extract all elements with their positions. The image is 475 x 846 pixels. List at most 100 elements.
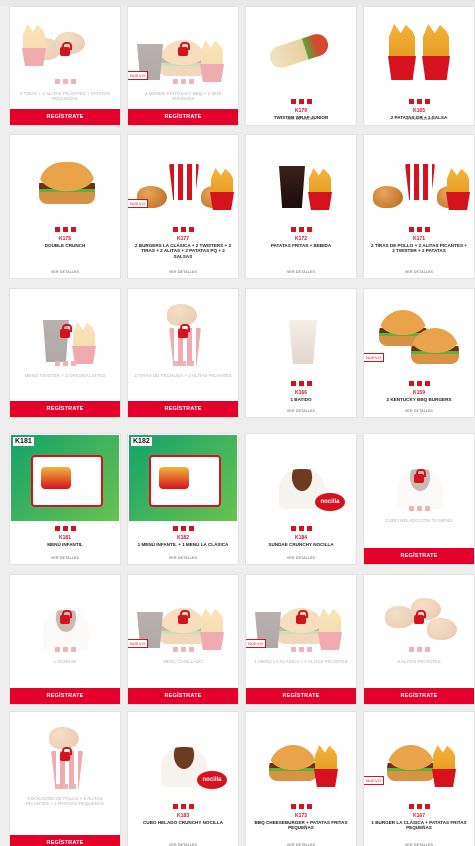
product-image bbox=[365, 136, 473, 222]
product-card[interactable]: CUBO HELADO CON TU MENÚ REGÍSTRATE bbox=[363, 433, 475, 565]
details-link[interactable]: VER DETALLES bbox=[246, 117, 356, 121]
product-code: K171 bbox=[413, 236, 425, 242]
product-code: K172 bbox=[295, 236, 307, 242]
product-card[interactable]: MENÚ TWISTER + 2 ORIGINAL BITES REGÍSTRAT… bbox=[9, 288, 121, 418]
register-button[interactable]: REGÍSTRATE bbox=[364, 548, 474, 564]
lock-icon bbox=[60, 747, 72, 761]
product-card[interactable]: K166 1 BATIDO VER DETALLES bbox=[245, 288, 357, 418]
product-card[interactable]: K171 2 TIRAS DE POLLO + 2 ALITAS PICANTES… bbox=[363, 134, 475, 279]
details-link[interactable]: VER DETALLES bbox=[364, 270, 474, 274]
new-badge: NUEVO bbox=[128, 639, 149, 648]
product-code: K182 bbox=[177, 535, 189, 541]
lock-icon bbox=[178, 42, 190, 56]
product-image: nocilla bbox=[129, 713, 237, 799]
register-button[interactable]: REGÍSTRATE bbox=[128, 401, 238, 417]
product-card[interactable]: NUEVO K167 1 BURGER LA CLÁSICA + PATATAS F… bbox=[363, 711, 475, 846]
product-name: 2 TIRAS DE POLLO + 2 ALITAS PICANTES + 2… bbox=[371, 243, 467, 254]
product-name: DOUBLE CRUNCH bbox=[44, 243, 86, 248]
product-card[interactable]: NUEVO 1 MENÚ LA CLÁSICA + 2 ALITAS PICANT… bbox=[245, 574, 357, 705]
register-button[interactable]: REGÍSTRATE bbox=[246, 688, 356, 704]
product-card[interactable]: 6 BOCADOS DE POLLO + 2 ALITAS PICANTES +… bbox=[9, 711, 121, 846]
product-card[interactable]: NUEVO MENÚ CHOLLAZO REGÍSTRATE bbox=[127, 574, 239, 705]
product-name: 1 BATIDO bbox=[290, 397, 312, 402]
details-link[interactable]: VER DETALLES bbox=[364, 409, 474, 413]
kfc-stripes-icon bbox=[10, 526, 120, 531]
register-button[interactable]: REGÍSTRATE bbox=[10, 688, 120, 704]
details-link[interactable]: VER DETALLES bbox=[364, 117, 474, 121]
lock-icon bbox=[178, 610, 190, 624]
kfc-stripes-icon bbox=[364, 227, 474, 232]
kfc-stripes-icon bbox=[364, 506, 474, 511]
product-code: K181 bbox=[59, 535, 71, 541]
kfc-stripes-icon bbox=[246, 526, 356, 531]
product-image bbox=[11, 136, 119, 222]
kfc-stripes-icon bbox=[364, 647, 474, 652]
details-link[interactable]: VER DETALLES bbox=[128, 556, 238, 560]
product-name: PATATAS FRITAS + BEBIDA bbox=[270, 243, 332, 248]
lock-icon bbox=[60, 42, 72, 56]
register-button[interactable]: REGÍSTRATE bbox=[364, 688, 474, 704]
product-image: K182 bbox=[129, 435, 237, 521]
details-link[interactable]: VER DETALLES bbox=[246, 270, 356, 274]
product-card[interactable]: K179 TWISTER WRAP JUNIOR VER DETALLES bbox=[245, 6, 357, 126]
register-button[interactable]: REGÍSTRATE bbox=[128, 688, 238, 704]
product-card[interactable]: K175 DOUBLE CRUNCH VER DETALLES bbox=[9, 134, 121, 279]
product-code: K183 bbox=[177, 813, 189, 819]
register-button[interactable]: REGÍSTRATE bbox=[10, 109, 120, 125]
new-badge: NUEVO bbox=[364, 776, 385, 785]
kfc-stripes-icon bbox=[246, 804, 356, 809]
product-card[interactable]: nocilla K184 SUNDAE CRUNCHY NOCILLA VER DET… bbox=[245, 433, 357, 565]
product-code: K166 bbox=[295, 390, 307, 396]
register-button[interactable]: REGÍSTRATE bbox=[10, 401, 120, 417]
register-button[interactable]: REGÍSTRATE bbox=[10, 835, 120, 846]
product-card[interactable]: K182 K182 1 MENÚ INFANTIL + 1 MENÚ LA CLÁS… bbox=[127, 433, 239, 565]
lock-icon bbox=[60, 324, 72, 338]
product-code: K159 bbox=[413, 390, 425, 396]
product-card[interactable]: 2 TIRAS DE PECHUGA + 2 ALITAS PICANTES RE… bbox=[127, 288, 239, 418]
product-card[interactable]: NUEVO 2 MENÚS KENTUCKY BBQ + 2 MINI SUNDA… bbox=[127, 6, 239, 126]
product-card[interactable]: K165 2 PATATAS GR + 1 SALSA VER DETALLES bbox=[363, 6, 475, 126]
kfc-stripes-icon bbox=[246, 227, 356, 232]
new-badge: NUEVO bbox=[246, 639, 267, 648]
product-name: CUBO HELADO CON TU MENÚ bbox=[385, 518, 453, 523]
lock-icon bbox=[414, 469, 426, 483]
new-badge: NUEVO bbox=[128, 71, 149, 80]
product-card[interactable]: 6 ALITAS PICANTES REGÍSTRATE bbox=[363, 574, 475, 705]
product-image bbox=[247, 136, 355, 222]
details-link[interactable]: VER DETALLES bbox=[246, 409, 356, 413]
kfc-stripes-icon bbox=[10, 227, 120, 232]
details-link[interactable]: VER DETALLES bbox=[10, 270, 120, 274]
product-card[interactable]: 1 SUNDAE REGÍSTRATE bbox=[9, 574, 121, 705]
product-image bbox=[247, 713, 355, 799]
product-card[interactable]: nocilla K183 CUBO HELADO CRUNCHY NOCILLA VE… bbox=[127, 711, 239, 846]
lock-icon bbox=[296, 610, 308, 624]
kfc-stripes-icon bbox=[10, 79, 120, 84]
product-card[interactable]: K181 K181 MENÚ INFANTIL VER DETALLES bbox=[9, 433, 121, 565]
product-image bbox=[365, 290, 473, 376]
details-link[interactable]: VER DETALLES bbox=[246, 556, 356, 560]
product-card[interactable]: NUEVO K159 2 KENTUCKY BBQ BURGERS VER DETAL… bbox=[363, 288, 475, 418]
product-card[interactable]: NUEVO K177 2 BURGERS LA CLÁSICA + 2 TWISTE… bbox=[127, 134, 239, 279]
kfc-stripes-icon bbox=[128, 361, 238, 366]
lock-icon bbox=[60, 610, 72, 624]
kfc-stripes-icon bbox=[364, 99, 474, 104]
new-badge: NUEVO bbox=[364, 353, 385, 362]
product-name: 2 TIRAS DE PECHUGA + 2 ALITAS PICANTES bbox=[134, 373, 232, 378]
product-code: K177 bbox=[177, 236, 189, 242]
product-code: K165 bbox=[413, 108, 425, 114]
kfc-stripes-icon bbox=[364, 804, 474, 809]
lock-icon bbox=[414, 610, 426, 624]
product-card[interactable]: K173 BBQ CHEESEBURGER + PATATAS FRITAS PE… bbox=[245, 711, 357, 846]
kfc-stripes-icon bbox=[128, 227, 238, 232]
kfc-stripes-icon bbox=[364, 381, 474, 386]
details-link[interactable]: VER DETALLES bbox=[10, 556, 120, 560]
kfc-stripes-icon bbox=[10, 784, 120, 789]
details-link[interactable]: VER DETALLES bbox=[128, 270, 238, 274]
product-image: nocilla bbox=[247, 435, 355, 521]
register-button[interactable]: REGÍSTRATE bbox=[128, 109, 238, 125]
product-name: 2 MENÚS KENTUCKY BBQ + 2 MINI SUNDAES bbox=[144, 91, 222, 102]
product-card[interactable]: 2 TIRAS + 2 ALITAS PICANTES + PATATAS PE… bbox=[9, 6, 121, 126]
product-card[interactable]: K172 PATATAS FRITAS + BEBIDA VER DETALLES bbox=[245, 134, 357, 279]
product-image: K181 bbox=[11, 435, 119, 521]
lock-icon bbox=[178, 324, 190, 338]
